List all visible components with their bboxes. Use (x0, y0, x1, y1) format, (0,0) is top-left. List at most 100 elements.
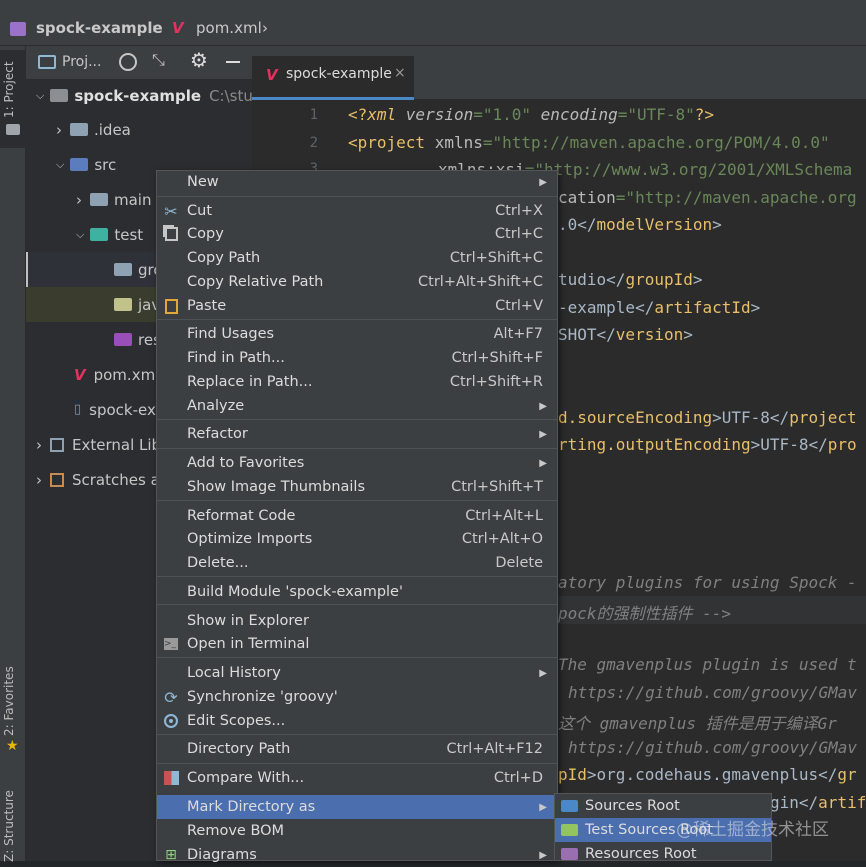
menu-item-local-history[interactable]: Local History ▶ (157, 661, 557, 685)
menu-item-shortcut: Ctrl+Alt+F12 (446, 741, 543, 757)
menu-item-shortcut: Ctrl+Shift+F (451, 350, 543, 366)
menu-item-copy-path[interactable]: Copy Path Ctrl+Shift+C (157, 246, 557, 270)
locate-icon[interactable] (119, 53, 137, 71)
menu-item-find-usages[interactable]: Find Usages Alt+F7 (157, 322, 557, 346)
menu-item-label: New (187, 174, 219, 190)
chevron-down-icon: ⌵ (76, 227, 85, 241)
menu-item-refactor[interactable]: Refactor ▶ (157, 422, 557, 446)
scissors-icon: ✂ (164, 201, 178, 221)
code-line: -example</artifactId> (558, 298, 761, 317)
tree-item-pom[interactable]: V pom.xml (74, 357, 159, 392)
project-view-selector[interactable]: Proj... (62, 54, 101, 70)
menu-item-label: Remove BOM (187, 823, 285, 839)
menu-item-label: Copy Relative Path (187, 274, 324, 290)
collapse-icon[interactable]: ⤡ (152, 50, 165, 70)
menu-item-build-module-spock-example[interactable]: Build Module 'spock-example' (157, 580, 557, 604)
menu-item-label: Copy Path (187, 250, 261, 266)
menu-item-label: Local History (187, 665, 281, 681)
tree-item-label: spock-ex (89, 400, 156, 419)
folder-icon (561, 800, 578, 812)
folder-icon (50, 89, 69, 102)
project-tool-label[interactable]: 1: Project (2, 61, 16, 118)
chevron-down-icon: ⌵ (36, 88, 45, 102)
folder-icon (114, 263, 132, 276)
tree-item-external-libraries[interactable]: › External Lib (36, 427, 161, 462)
tree-item-java[interactable]: jav (114, 287, 160, 322)
menu-item-shortcut: Ctrl+D (493, 770, 543, 786)
code-comment: https://github.com/groovy/GMav (568, 683, 857, 702)
submenu-arrow-icon: ▶ (539, 667, 547, 679)
submenu-item-label: Resources Root (585, 846, 697, 862)
breadcrumb-project[interactable]: spock-example (36, 19, 163, 37)
menu-item-label: Edit Scopes... (187, 713, 286, 729)
folder-icon (561, 848, 578, 860)
gear-icon[interactable]: ⚙ (190, 48, 208, 72)
menu-item-shortcut: Ctrl+Shift+C (449, 250, 543, 266)
menu-separator (157, 500, 557, 501)
menu-item-label: Mark Directory as (187, 799, 316, 815)
tree-item-idea[interactable]: › .idea (56, 112, 131, 147)
menu-item-cut[interactable]: ✂ Cut Ctrl+X (157, 199, 557, 223)
menu-item-open-in-terminal[interactable]: >_ Open in Terminal (157, 632, 557, 656)
menu-item-new[interactable]: New ▶ (157, 170, 557, 194)
menu-item-diagrams[interactable]: ⊞ Diagrams ▶ (157, 843, 557, 867)
maven-icon: V (172, 19, 184, 37)
tree-item-scratches[interactable]: › Scratches a (36, 462, 160, 497)
menu-item-synchronize-groovy[interactable]: ⟳ Synchronize 'groovy' (157, 685, 557, 709)
menu-item-copy-relative-path[interactable]: Copy Relative Path Ctrl+Alt+Shift+C (157, 270, 557, 294)
menu-item-shortcut: Ctrl+V (495, 298, 543, 314)
menu-item-edit-scopes[interactable]: Edit Scopes... (157, 709, 557, 733)
submenu-item-label: Sources Root (585, 798, 680, 814)
menu-item-analyze[interactable]: Analyze ▶ (157, 394, 557, 418)
tree-item-iml[interactable]: ▯ spock-ex (74, 392, 156, 427)
project-toolbar: Proj... ⤡ ⚙ (26, 46, 252, 80)
menu-item-mark-directory-as[interactable]: Mark Directory as ▶ (157, 795, 557, 819)
tree-item-main[interactable]: › main (76, 182, 151, 217)
code-line: cation="http://maven.apache.org (558, 188, 857, 207)
menu-item-compare-with[interactable]: Compare With... Ctrl+D (157, 766, 557, 790)
line-number: 2 (309, 135, 318, 151)
menu-item-label: Add to Favorites (187, 455, 305, 471)
tree-item-label: pom.xml (93, 365, 160, 384)
menu-item-show-in-explorer[interactable]: Show in Explorer (157, 609, 557, 633)
menu-separator (157, 448, 557, 449)
menu-item-label: Replace in Path... (187, 374, 313, 390)
tree-item-resources[interactable]: res (114, 322, 161, 357)
menu-item-paste[interactable]: Paste Ctrl+V (157, 294, 557, 318)
submenu-arrow-icon: ▶ (539, 457, 547, 469)
breadcrumb-file[interactable]: pom.xml (196, 19, 262, 37)
close-icon[interactable]: × (394, 65, 406, 81)
menu-item-add-to-favorites[interactable]: Add to Favorites ▶ (157, 451, 557, 475)
menu-item-reformat-code[interactable]: Reformat Code Ctrl+Alt+L (157, 504, 557, 528)
tree-root[interactable]: ⌵ spock-example C:\study (36, 78, 271, 113)
tree-item-test[interactable]: ⌵ test (76, 217, 143, 252)
favorites-tool-label[interactable]: 2: Favorites (2, 666, 16, 736)
sync-icon: ⟳ (164, 687, 178, 707)
structure-tool-label[interactable]: Z: Structure (2, 790, 16, 862)
menu-item-shortcut: Ctrl+Alt+O (461, 531, 543, 547)
menu-separator (157, 576, 557, 577)
minimize-icon[interactable] (226, 61, 240, 63)
maven-icon: V (74, 365, 86, 384)
menu-item-label: Compare With... (187, 770, 305, 786)
tree-item-src[interactable]: ⌵ src (56, 147, 116, 182)
resources-folder-icon (114, 333, 132, 346)
tree-item-label: External Lib (72, 435, 162, 454)
menu-item-label: Optimize Imports (187, 531, 313, 547)
menu-separator (157, 196, 557, 197)
menu-item-find-in-path[interactable]: Find in Path... Ctrl+Shift+F (157, 346, 557, 370)
menu-item-delete[interactable]: Delete... Delete (157, 551, 557, 575)
menu-item-replace-in-path[interactable]: Replace in Path... Ctrl+Shift+R (157, 370, 557, 394)
menu-item-remove-bom[interactable]: Remove BOM (157, 819, 557, 843)
menu-separator (157, 604, 557, 605)
submenu-item-resources-root[interactable]: Resources Root (555, 842, 771, 866)
menu-item-show-image-thumbnails[interactable]: Show Image Thumbnails Ctrl+Shift+T (157, 475, 557, 499)
editor-tab[interactable]: V spock-example × (252, 56, 414, 100)
menu-item-directory-path[interactable]: Directory Path Ctrl+Alt+F12 (157, 737, 557, 761)
menu-separator (157, 419, 557, 420)
folder-icon (561, 824, 578, 836)
star-icon: ★ (6, 738, 19, 754)
menu-item-copy[interactable]: Copy Ctrl+C (157, 222, 557, 246)
menu-item-optimize-imports[interactable]: Optimize Imports Ctrl+Alt+O (157, 527, 557, 551)
code-line: <project xmlns="http://maven.apache.org/… (348, 133, 830, 152)
